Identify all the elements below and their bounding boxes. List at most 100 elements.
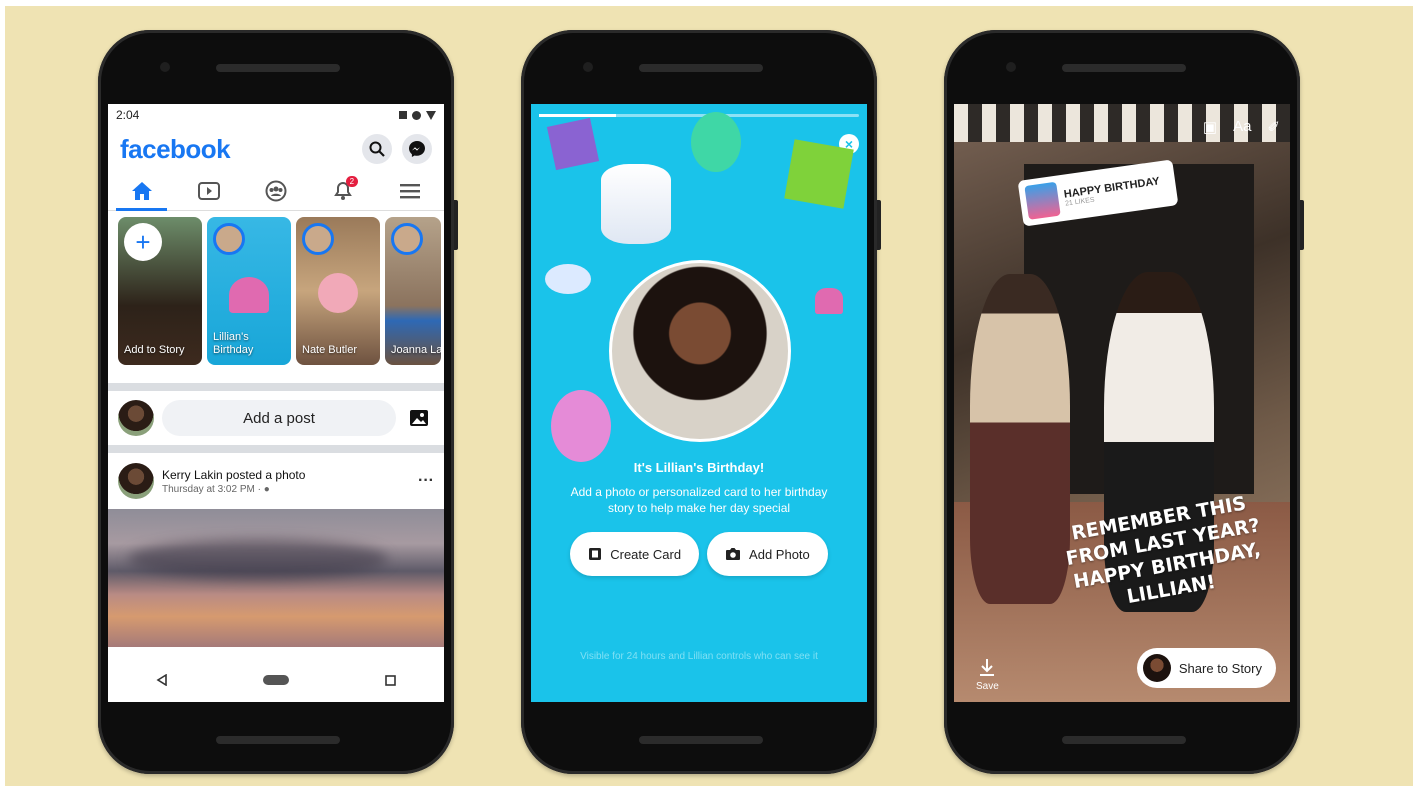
download-icon: [980, 659, 995, 676]
home-icon: [131, 182, 152, 200]
watch-icon: [197, 182, 220, 200]
gift-box-decoration: [784, 139, 854, 209]
tab-notifications[interactable]: 2: [310, 172, 377, 210]
cupcake-decoration: [815, 288, 843, 314]
story-add[interactable]: + Add to Story: [118, 217, 202, 365]
story-avatar: [213, 223, 245, 255]
volume-button: [454, 200, 458, 250]
cake-decoration: [601, 164, 671, 244]
divider: [108, 445, 444, 453]
sticker-icon[interactable]: ▣: [1203, 118, 1217, 136]
create-card-button[interactable]: Create Card: [570, 532, 700, 576]
balloon-decoration: [691, 112, 741, 172]
front-camera: [1006, 62, 1016, 72]
gift-decoration: [546, 117, 600, 171]
volume-button: [877, 200, 881, 250]
profile-photo: [609, 260, 791, 442]
front-camera: [583, 62, 593, 72]
more-options-button[interactable]: ···: [418, 472, 434, 490]
groups-icon: [265, 180, 287, 202]
story-editor-screen: ▣ Aa ✐ HAPPY BIRTHDAY 21 LIKES REMEMBER …: [954, 104, 1290, 702]
share-to-story-button[interactable]: Share to Story: [1136, 648, 1276, 688]
stories-tray: + Add to Story Lillian's Birthday Nate B…: [108, 211, 444, 377]
post-header: Kerry Lakin posted a photo Thursday at 3…: [108, 453, 444, 509]
wifi-icon: [426, 110, 436, 120]
messenger-button[interactable]: [402, 134, 432, 164]
story-label: Lillian's Birthday: [213, 331, 254, 356]
story-avatar: [302, 223, 334, 255]
tab-groups[interactable]: [242, 172, 309, 210]
photo-button[interactable]: [404, 403, 434, 433]
notification-badge: 2: [345, 176, 359, 187]
story-label: Add to Story: [124, 344, 185, 356]
text-tool-button[interactable]: Aa: [1233, 118, 1251, 136]
phone-1: 2:04 facebook 2 + Add to Story Lillian's…: [98, 30, 458, 774]
plate-decoration: [545, 264, 591, 294]
post-composer: Add a post: [108, 391, 444, 445]
volume-button: [1300, 200, 1304, 250]
avatar: [1142, 654, 1171, 682]
photo-icon: [410, 410, 428, 426]
signal-icon: [412, 110, 421, 120]
birthday-title: It's Lillian's Birthday!: [633, 460, 765, 475]
facebook-logo[interactable]: facebook: [120, 134, 231, 165]
balloon-decoration: [551, 390, 611, 462]
menu-icon: [400, 184, 421, 199]
cupcake-image: [229, 277, 269, 313]
save-button[interactable]: Save: [976, 658, 999, 692]
system-nav-bar: [108, 658, 444, 702]
earpiece: [216, 64, 340, 72]
post-author[interactable]: Kerry Lakin posted a photo: [162, 468, 410, 482]
front-camera: [160, 62, 170, 72]
phone-2: × It's Lillian's Birthday! Add a photo o…: [521, 30, 881, 774]
donut-image: [318, 273, 358, 313]
tab-bar: 2: [108, 172, 444, 211]
plus-icon: +: [135, 227, 151, 257]
birthday-story-screen: × It's Lillian's Birthday! Add a photo o…: [531, 104, 867, 702]
editor-toolbar: ▣ Aa ✐: [1203, 118, 1280, 136]
avatar[interactable]: [118, 400, 154, 436]
story-avatar: [391, 223, 423, 255]
tab-home[interactable]: [108, 172, 175, 211]
background: 2:04 facebook 2 + Add to Story Lillian's…: [5, 6, 1413, 786]
status-time: 2:04: [116, 108, 140, 122]
earpiece: [1062, 64, 1186, 72]
app-header: facebook: [108, 126, 444, 172]
add-story-button[interactable]: +: [124, 223, 162, 261]
story-nate-butler[interactable]: Nate Butler: [296, 217, 380, 365]
back-icon[interactable]: [156, 674, 168, 686]
search-button[interactable]: [362, 134, 392, 164]
status-bar: 2:04: [108, 104, 444, 126]
speaker: [1062, 736, 1186, 744]
speaker: [216, 736, 340, 744]
recents-icon[interactable]: [385, 674, 396, 686]
birthday-description: Add a photo or personalized card to her …: [570, 485, 828, 515]
divider: [108, 383, 444, 391]
post-photo[interactable]: [108, 509, 444, 647]
earpiece: [639, 64, 763, 72]
story-progress: [539, 114, 859, 117]
card-icon: [589, 548, 602, 560]
phone-3: ▣ Aa ✐ HAPPY BIRTHDAY 21 LIKES REMEMBER …: [944, 30, 1304, 774]
story-label: Nate Butler: [302, 344, 358, 356]
speaker: [639, 736, 763, 744]
facebook-feed-screen: 2:04 facebook 2 + Add to Story Lillian's…: [108, 104, 444, 702]
add-post-input[interactable]: Add a post: [162, 400, 396, 436]
home-pill-icon[interactable]: [263, 675, 290, 685]
tab-menu[interactable]: [377, 172, 444, 210]
story-lillian-birthday[interactable]: Lillian's Birthday: [207, 217, 291, 365]
save-label: Save: [976, 681, 999, 692]
visibility-note: Visible for 24 hours and Lillian control…: [580, 651, 818, 662]
post-time: Thursday at 3:02 PM · ●: [162, 483, 270, 495]
story-joanna-lam[interactable]: Joanna Lam: [385, 217, 441, 365]
avatar[interactable]: [118, 463, 154, 499]
draw-icon[interactable]: ✐: [1267, 118, 1280, 136]
tab-watch[interactable]: [175, 172, 242, 210]
add-photo-button[interactable]: Add Photo: [707, 532, 828, 576]
search-icon: [369, 141, 385, 157]
notification-icon: [399, 111, 407, 119]
globe-icon: ●: [263, 483, 270, 495]
messenger-icon: [409, 141, 425, 157]
camera-icon: [726, 548, 741, 560]
story-label: Joanna Lam: [391, 344, 441, 356]
